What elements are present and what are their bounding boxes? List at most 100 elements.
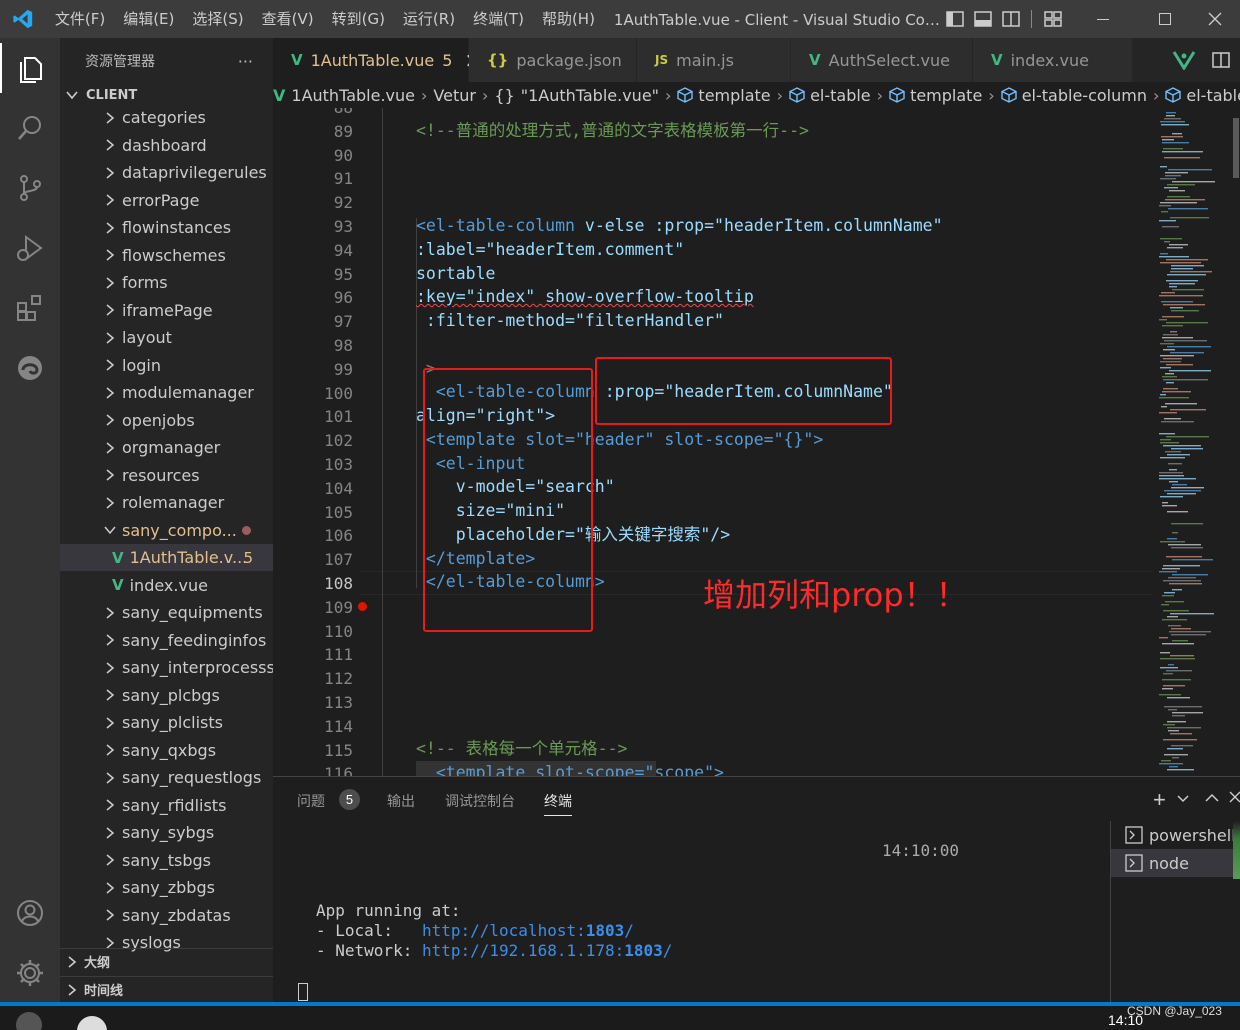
menu-terminal[interactable]: 终端(T) (464, 0, 533, 38)
tab-authselect-vue[interactable]: V AuthSelect.vue (791, 38, 973, 82)
menu-help[interactable]: 帮助(H) (533, 0, 604, 38)
tree-item[interactable]: sany_zbbgs (60, 874, 273, 901)
tab-package-json[interactable]: {} package.json (469, 38, 637, 82)
toggle-panel-icon[interactable] (969, 0, 997, 38)
edge-devtools-icon[interactable] (0, 343, 60, 393)
tree-item[interactable]: resources (60, 462, 273, 489)
extensions-icon[interactable] (0, 283, 60, 333)
menu-run[interactable]: 运行(R) (394, 0, 464, 38)
more-actions-icon[interactable]: ··· (238, 52, 253, 71)
breadcrumb-item[interactable]: el-table (789, 86, 871, 105)
tree-item[interactable]: login (60, 352, 273, 379)
breakpoint-icon[interactable] (358, 602, 367, 611)
close-panel-icon[interactable] (1229, 791, 1240, 803)
breadcrumb-item[interactable]: template (677, 86, 771, 105)
network-url[interactable]: http://192.168.1.178:1803/ (422, 941, 672, 960)
taskbar-app-icon[interactable] (16, 1012, 42, 1030)
source-control-icon[interactable] (0, 163, 60, 213)
tree-item[interactable]: flowschemes (60, 242, 273, 269)
maximize-icon[interactable] (1140, 0, 1190, 38)
tree-item[interactable]: V 1AuthTable.v... 5 (60, 544, 273, 571)
taskbar-app-icon[interactable] (77, 1016, 107, 1030)
tree-item[interactable]: sany_plclists (60, 709, 273, 736)
new-terminal-icon[interactable]: + (1153, 787, 1166, 813)
close-window-icon[interactable] (1190, 0, 1240, 38)
tree-item[interactable]: sany_feedinginfos (60, 627, 273, 654)
tree-item[interactable]: Vindex.vue (60, 572, 273, 599)
tree-item[interactable]: forms (60, 269, 273, 296)
tree-item-label: flowinstances (122, 218, 232, 237)
tree-item[interactable]: orgmanager (60, 434, 273, 461)
network-url-port: 1803 (624, 941, 663, 960)
tree-item[interactable]: dataprivilegerules (60, 159, 273, 186)
menu-file[interactable]: 文件(F) (46, 0, 114, 38)
terminal-scrollbar[interactable] (1233, 821, 1240, 879)
search-icon[interactable] (0, 103, 60, 153)
tree-item[interactable]: sany_sybgs (60, 819, 273, 846)
tree-item[interactable]: modulemanager (60, 379, 273, 406)
terminal-local-line: - Local: http://localhost:1803/ (316, 921, 634, 940)
vue-devtools-icon[interactable] (1172, 50, 1196, 70)
tree-item[interactable]: sany_zbdatas (60, 902, 273, 929)
tree-item[interactable]: sany_compo... (60, 517, 273, 544)
menu-go[interactable]: 转到(G) (323, 0, 394, 38)
tree-item[interactable]: flowinstances (60, 214, 273, 241)
breadcrumb-item[interactable]: el-table-column (1001, 86, 1147, 105)
customize-layout-icon[interactable] (1039, 0, 1067, 38)
minimap-line (1165, 601, 1184, 603)
local-url[interactable]: http://localhost:1803/ (422, 921, 634, 940)
tab-debug-console[interactable]: 调试控制台 (445, 791, 515, 811)
tab-1authtable-vue[interactable]: V 1AuthTable.vue 5 × (273, 38, 481, 82)
breadcrumb-item[interactable]: Vetur (433, 86, 476, 105)
minimize-icon[interactable] (1067, 0, 1141, 38)
tree-item[interactable]: sany_tsbgs (60, 847, 273, 874)
accounts-icon[interactable] (0, 888, 60, 938)
timeline-section[interactable]: 时间线 (60, 976, 273, 1002)
tree-item[interactable]: sany_interprocesss (60, 654, 273, 681)
tree-item[interactable]: dashboard (60, 132, 273, 159)
tree-item[interactable]: errorPage (60, 187, 273, 214)
tree-item[interactable]: sany_equipments (60, 599, 273, 626)
tree-item[interactable]: sany_plcbgs (60, 682, 273, 709)
breadcrumb-item[interactable]: el-table-colun (1165, 86, 1240, 105)
split-editor-icon[interactable] (1212, 52, 1230, 68)
menu-selection[interactable]: 选择(S) (183, 0, 252, 38)
breadcrumb-item[interactable]: 1AuthTable.vue (291, 86, 415, 105)
tree-item[interactable]: sany_rfidlists (60, 792, 273, 819)
manage-gear-icon[interactable] (0, 948, 60, 998)
code-line-115: <!-- 表格每一个单元格--> (416, 739, 628, 758)
tree-item[interactable]: rolemanager (60, 489, 273, 516)
outline-section[interactable]: 大纲 (60, 948, 273, 974)
tab-main-js[interactable]: JS main.js (637, 38, 791, 82)
menu-view[interactable]: 查看(V) (253, 0, 323, 38)
tab-terminal[interactable]: 终端 (544, 791, 572, 816)
breadcrumb-item[interactable]: "1AuthTable.vue" (521, 86, 659, 105)
minimap[interactable] (1153, 108, 1240, 776)
tree-item[interactable]: layout (60, 324, 273, 351)
local-url-base: http://localhost: (421, 921, 586, 940)
tree-item[interactable]: openjobs (60, 407, 273, 434)
explorer-icon[interactable] (0, 43, 60, 93)
terminal-node[interactable]: node (1111, 849, 1240, 877)
minimap-line (1171, 487, 1204, 489)
code-editor[interactable]: 8889 90 91 92 93 94 95 96 97 98 99 100 101 102 103 104 1… (273, 108, 1153, 776)
breadcrumb-item[interactable]: template (889, 86, 982, 105)
tab-index-vue[interactable]: V index.vue (973, 38, 1133, 82)
maximize-panel-icon[interactable] (1205, 793, 1219, 803)
tab-output[interactable]: 输出 (387, 791, 415, 811)
tree-item[interactable]: sany_qxbgs (60, 737, 273, 764)
vscode-logo-icon[interactable] (0, 0, 46, 38)
run-debug-icon[interactable] (0, 223, 60, 273)
code-token: <el-table-column (416, 216, 575, 235)
tree-item[interactable]: sany_requestlogs (60, 764, 273, 791)
menu-edit[interactable]: 编辑(E) (114, 0, 183, 38)
terminal-powershell[interactable]: powershell (1111, 821, 1240, 849)
tree-item[interactable]: iframePage (60, 297, 273, 324)
toggle-secondary-sidebar-icon[interactable] (997, 0, 1025, 38)
tab-label: package.json (516, 50, 622, 70)
chevron-down-icon[interactable] (1177, 795, 1189, 803)
tab-problems[interactable]: 问题 (297, 791, 325, 811)
tree-item[interactable]: categories (60, 104, 273, 131)
toggle-sidebar-icon[interactable] (941, 0, 969, 38)
line-number: 110 (324, 621, 353, 641)
